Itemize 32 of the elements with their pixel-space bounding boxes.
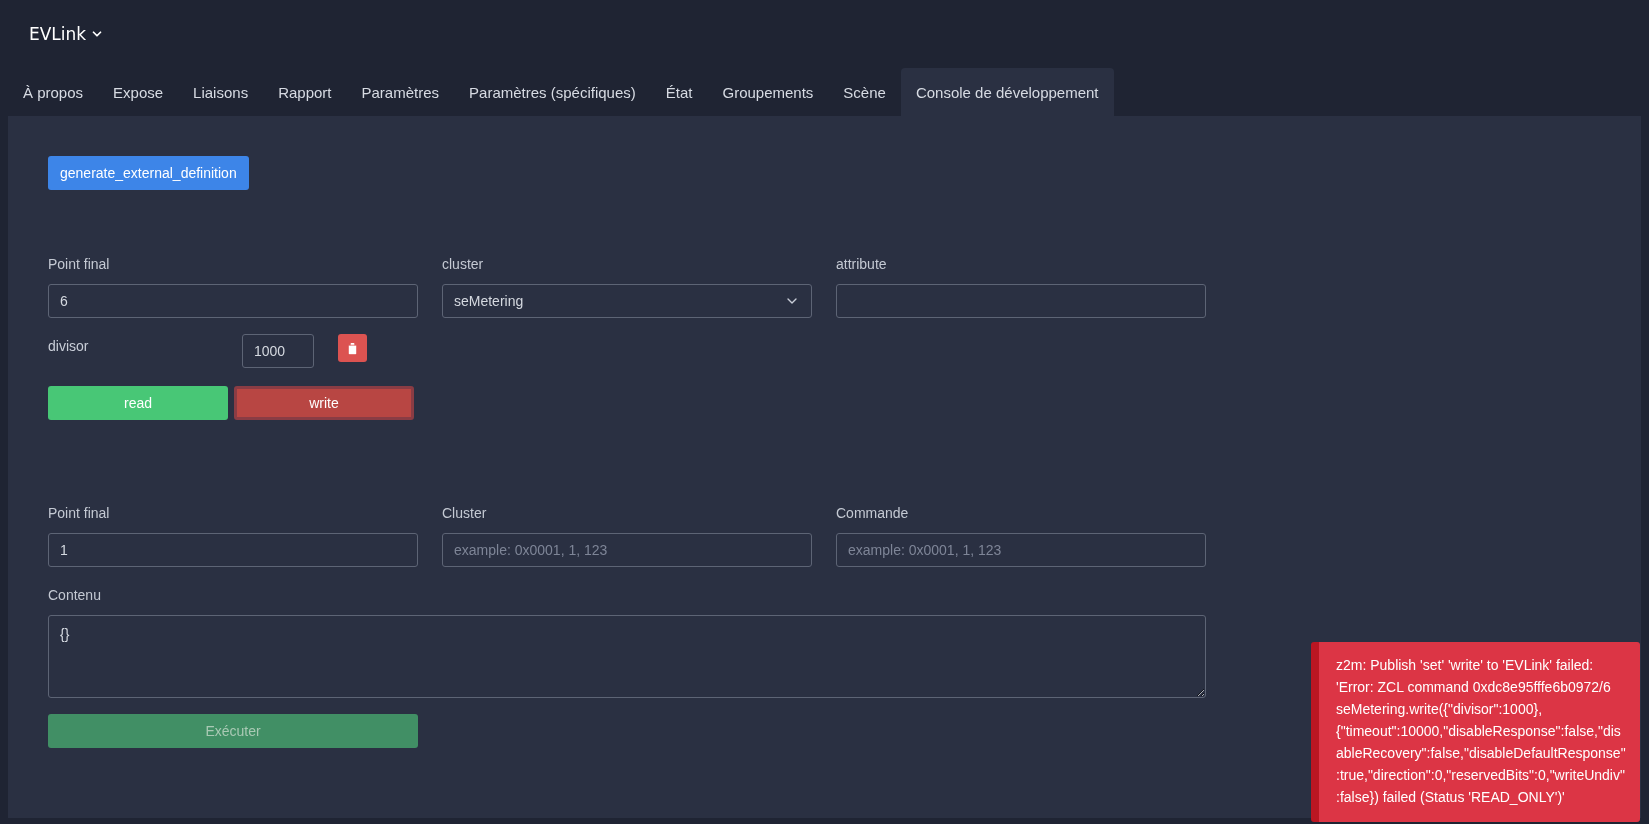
tab[interactable]: Console de développement [900,68,1114,116]
input-field[interactable]: 6 [48,284,418,318]
device-selector[interactable]: EVLink [29,24,105,44]
error-toast: z2m: Publish 'set' 'write' to 'EVLink' failed: 'Error: ZCL command 0xdc8e95fffe6b0972/6 seMetering.write({"divisor":1000}, {"timeout":10000,"disableResponse":false,"disableRecovery":false,"disableDefaultResponse":true,"direction":0,"reservedBits":0,"writeUndiv":false}) failed (Status 'READ_ONLY')' [1311,642,1640,822]
tab[interactable]: Rapport [263,68,347,116]
tab[interactable]: Groupements [707,68,829,116]
input-field[interactable]: 1 [48,533,418,567]
write-button[interactable]: write [234,386,414,420]
input-field[interactable] [836,284,1206,318]
delete-button[interactable] [338,334,367,362]
field-label: Contenu [48,587,102,603]
tab[interactable]: Paramètres [346,68,455,116]
input-field[interactable]: 1000 [242,334,314,368]
tab[interactable]: Expose [98,68,179,116]
tab[interactable]: Paramètres (spécifiques) [454,68,651,116]
tab[interactable]: Liaisons [178,68,264,116]
field-label: Point final [48,505,111,521]
cluster-select[interactable]: seMetering [442,284,812,318]
field-label: Commande [836,505,910,521]
tab[interactable]: À propos [8,68,99,116]
trash-icon [345,340,360,356]
field-label: Cluster [442,505,488,521]
field-label: cluster [442,256,485,272]
payload-textarea[interactable]: {} [48,615,1206,698]
field-label: attribute [836,256,888,272]
field-label: Point final [48,256,111,272]
attribute-name: divisor [48,338,90,354]
tab[interactable]: Scène [828,68,901,116]
tab[interactable]: État [650,68,708,116]
generate-definition-button[interactable]: generate_external_definition [48,156,249,190]
input-field[interactable]: example: 0x0001, 1, 123 [442,533,812,567]
input-field[interactable]: example: 0x0001, 1, 123 [836,533,1206,567]
